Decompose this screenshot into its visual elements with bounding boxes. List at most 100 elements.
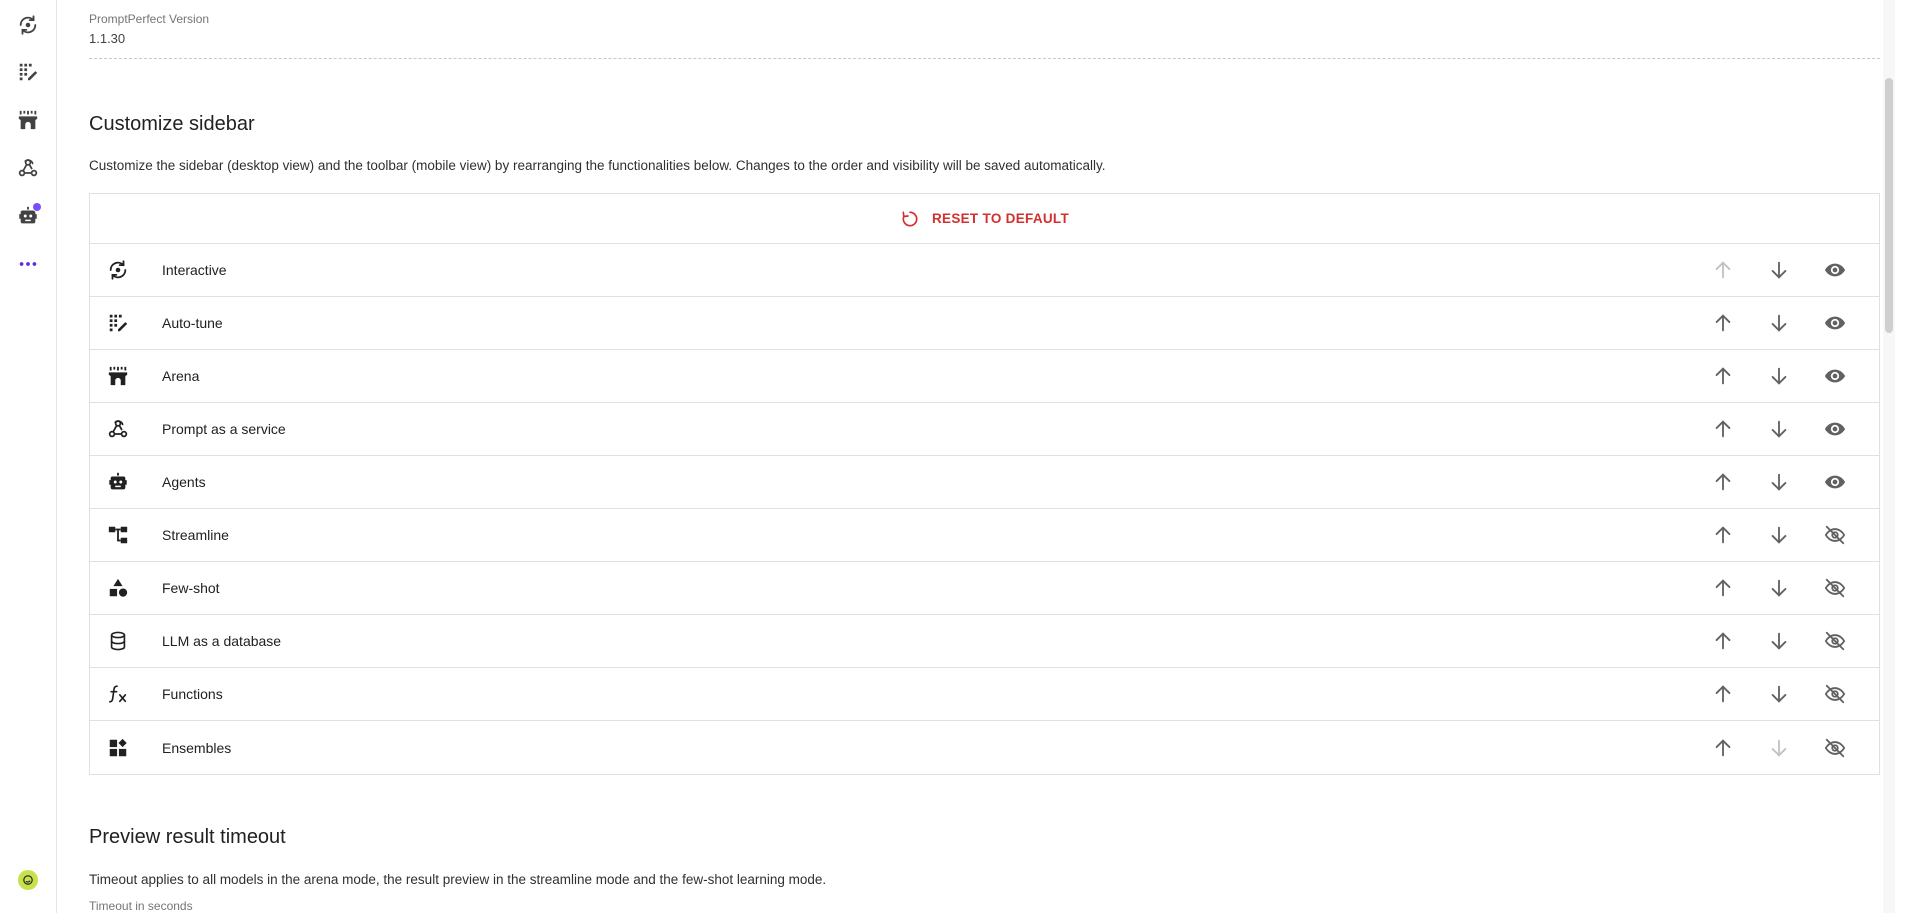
eye-off-icon [1824, 631, 1846, 651]
sidebar-item-agents[interactable] [14, 202, 42, 230]
arena-icon [18, 110, 38, 130]
move-down-button[interactable] [1763, 466, 1795, 498]
settings-main: PromptPerfect Version 1.1.30 Customize s… [57, 0, 1895, 913]
ensembles-icon [109, 738, 127, 756]
eye-off-icon [1824, 578, 1846, 598]
visibility-toggle[interactable] [1819, 625, 1851, 657]
arrow-down-icon [1771, 314, 1787, 332]
version-label: PromptPerfect Version [89, 12, 210, 26]
sidebar-setting-row: Auto-tune [90, 297, 1879, 350]
sidebar-setting-row: Functions [90, 668, 1879, 721]
arrow-up-icon [1715, 420, 1731, 438]
row-label: Functions [162, 686, 223, 702]
visibility-toggle[interactable] [1819, 466, 1851, 498]
arrow-up-icon [1715, 473, 1731, 491]
agent-icon [109, 472, 127, 490]
arrow-down-icon [1771, 579, 1787, 597]
row-label: Auto-tune [162, 315, 223, 331]
visibility-toggle[interactable] [1819, 732, 1851, 764]
sidebar-setting-row: Interactive [90, 244, 1879, 297]
more-dots-icon [19, 262, 37, 266]
sidebar-item-auto-tune[interactable] [14, 58, 42, 86]
visibility-toggle[interactable] [1819, 678, 1851, 710]
reset-row: RESET TO DEFAULT [90, 194, 1879, 244]
interactive-icon [19, 15, 37, 35]
move-down-button[interactable] [1763, 254, 1795, 286]
notification-badge [32, 202, 42, 212]
arrow-down-icon [1771, 261, 1787, 279]
move-down-button[interactable] [1763, 625, 1795, 657]
row-label: Ensembles [162, 739, 232, 756]
arrow-up-icon [1715, 738, 1731, 756]
sidebar-item-prompt-as-service[interactable] [14, 154, 42, 182]
arrow-down-icon [1771, 739, 1787, 757]
sidebar-setting-row: Streamline [90, 509, 1879, 562]
webhook-icon [108, 420, 128, 438]
visibility-toggle[interactable] [1819, 254, 1851, 286]
eye-icon [1824, 422, 1846, 436]
move-down-button[interactable] [1763, 413, 1795, 445]
eye-off-icon [1824, 684, 1846, 704]
sidebar-item-arena[interactable] [14, 106, 42, 134]
sidebar-item-interactive[interactable] [14, 11, 42, 39]
row-label: Few-shot [162, 580, 220, 596]
arrow-up-icon [1715, 579, 1731, 597]
arrow-down-icon [1771, 367, 1787, 385]
move-up-button[interactable] [1707, 360, 1739, 392]
visibility-toggle[interactable] [1819, 360, 1851, 392]
function-icon [108, 685, 127, 703]
move-up-button[interactable] [1707, 572, 1739, 604]
move-down-button[interactable] [1763, 307, 1795, 339]
interactive-icon [109, 260, 127, 280]
visibility-toggle[interactable] [1819, 413, 1851, 445]
row-label: Agents [162, 474, 206, 490]
move-up-button[interactable] [1707, 678, 1739, 710]
move-up-button[interactable] [1707, 625, 1739, 657]
database-icon [110, 631, 126, 651]
row-label: Prompt as a service [162, 421, 286, 437]
move-down-button[interactable] [1763, 678, 1795, 710]
sidebar-items-card: RESET TO DEFAULT Interactive Auto-tune A… [89, 193, 1880, 775]
user-avatar[interactable] [18, 870, 38, 890]
move-up-button[interactable] [1707, 254, 1739, 286]
avatar-logo-icon [23, 875, 33, 885]
vertical-scrollbar[interactable] [1883, 0, 1895, 913]
move-up-button[interactable] [1707, 413, 1739, 445]
move-up-button[interactable] [1707, 519, 1739, 551]
sidebar-item-more[interactable] [14, 250, 42, 278]
version-info: PromptPerfect Version 1.1.30 [89, 12, 1880, 59]
move-down-button[interactable] [1763, 572, 1795, 604]
version-value: 1.1.30 [89, 31, 126, 46]
visibility-toggle[interactable] [1819, 572, 1851, 604]
reset-to-default-button[interactable]: RESET TO DEFAULT [900, 209, 1069, 229]
left-sidebar [0, 0, 57, 913]
preview-timeout-description: Timeout applies to all models in the are… [89, 872, 827, 887]
move-down-button[interactable] [1763, 732, 1795, 764]
few-shot-icon [109, 578, 128, 597]
move-down-button[interactable] [1763, 519, 1795, 551]
arrow-down-icon [1771, 632, 1787, 650]
preview-timeout-title: Preview result timeout [89, 826, 286, 848]
auto-tune-icon [109, 314, 128, 332]
move-up-button[interactable] [1707, 466, 1739, 498]
reset-label: RESET TO DEFAULT [931, 211, 1070, 226]
visibility-toggle[interactable] [1819, 307, 1851, 339]
arrow-up-icon [1715, 367, 1731, 385]
arrow-up-icon [1715, 314, 1731, 332]
customize-sidebar-description: Customize the sidebar (desktop view) and… [89, 158, 1106, 173]
customize-sidebar-title: Customize sidebar [89, 113, 255, 135]
row-label: Arena [162, 368, 200, 384]
sidebar-setting-row: LLM as a database [90, 615, 1879, 668]
eye-icon [1824, 316, 1846, 330]
row-label: Streamline [162, 527, 229, 543]
move-up-button[interactable] [1707, 307, 1739, 339]
visibility-toggle[interactable] [1819, 519, 1851, 551]
sidebar-setting-row: Prompt as a service [90, 403, 1879, 456]
eye-off-icon [1824, 525, 1846, 545]
arrow-down-icon [1771, 473, 1787, 491]
move-down-button[interactable] [1763, 360, 1795, 392]
eye-icon [1824, 475, 1846, 489]
move-up-button[interactable] [1707, 732, 1739, 764]
scrollbar-thumb[interactable] [1885, 78, 1893, 333]
arrow-down-icon [1771, 420, 1787, 438]
